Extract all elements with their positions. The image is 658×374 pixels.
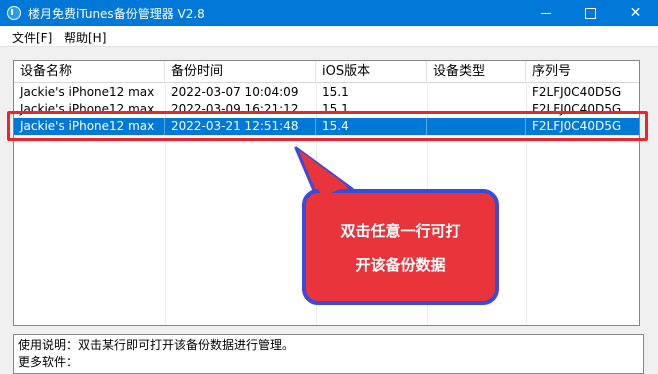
maximize-icon	[585, 7, 596, 19]
more-software-link[interactable]: 更多软件：	[18, 354, 639, 371]
cell-device-type	[427, 84, 526, 101]
minimize-button[interactable]	[523, 0, 568, 26]
callout-line-2: 开该备份数据	[355, 256, 446, 274]
usage-instructions: 使用说明：双击某行即可打开该备份数据进行管理。	[18, 338, 295, 352]
close-button[interactable]: ✕	[613, 0, 658, 26]
window-title: 楼月免费iTunes备份管理器 V2.8	[28, 7, 205, 21]
callout-line-1: 双击任意一行可打	[340, 222, 461, 240]
column-device-type[interactable]: 设备类型	[427, 61, 526, 82]
cell-backup-time: 2022-03-07 10:04:09	[171, 85, 299, 99]
info-panel: 使用说明：双击某行即可打开该备份数据进行管理。 更多软件：	[13, 334, 644, 374]
callout-text: 双击任意一行可打 开该备份数据	[318, 214, 483, 282]
cell-ios-version: 15.1	[322, 85, 349, 99]
menu-file[interactable]: 文件[F]	[12, 29, 52, 46]
app-music-icon	[7, 6, 21, 20]
table-row[interactable]: Jackie's iPhone12 max 2022-03-07 10:04:0…	[14, 84, 639, 101]
column-ios-version[interactable]: iOS版本	[316, 61, 427, 82]
menu-bar: 文件[F] 帮助[H]	[0, 26, 658, 47]
maximize-button[interactable]	[568, 0, 613, 26]
title-bar: 楼月免费iTunes备份管理器 V2.8 ✕	[0, 0, 658, 26]
backup-list[interactable]: 设备名称 备份时间 iOS版本 设备类型 序列号 Jackie's iPhone…	[13, 60, 640, 326]
column-backup-time[interactable]: 备份时间	[165, 61, 316, 82]
list-header: 设备名称 备份时间 iOS版本 设备类型 序列号	[14, 61, 639, 83]
menu-help[interactable]: 帮助[H]	[64, 29, 106, 46]
column-serial-number[interactable]: 序列号	[526, 61, 639, 82]
minimize-icon	[540, 12, 551, 14]
selected-row-highlight	[7, 111, 648, 141]
close-icon: ✕	[629, 5, 642, 21]
cell-device-name: Jackie's iPhone12 max	[20, 85, 155, 99]
cell-serial-number: F2LFJ0C40D5G	[532, 85, 622, 99]
column-device-name[interactable]: 设备名称	[14, 61, 165, 82]
